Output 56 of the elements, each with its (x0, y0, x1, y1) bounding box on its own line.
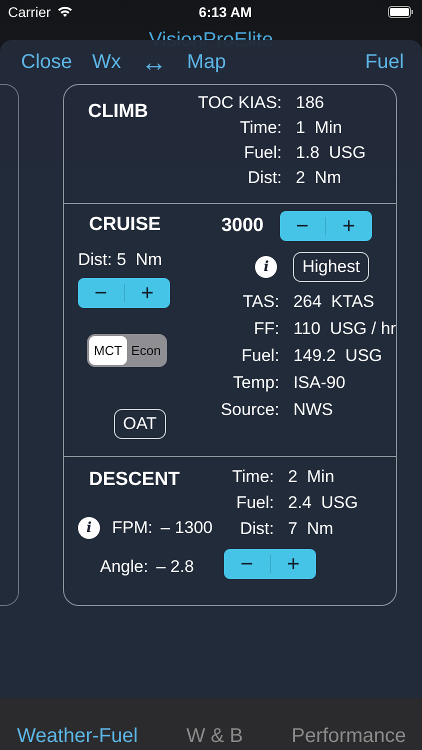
field-value: 264 KTAS (293, 292, 376, 312)
field-value: 149.2 USG (293, 346, 384, 366)
wifi-icon (56, 6, 73, 18)
field-label: Time: (238, 118, 282, 138)
tab[interactable]: Performance (292, 725, 406, 748)
clock: 6:13 AM (198, 4, 252, 20)
carrier-label: Carrier (8, 4, 51, 20)
field-value: 1 Min (296, 118, 344, 138)
tab[interactable]: W & B (186, 725, 243, 748)
field-label: Temp: (232, 373, 280, 393)
field-label: Fuel: (240, 346, 280, 366)
distance-label: Dist: 5 Nm (78, 250, 162, 269)
field-value: 2.4 USG (288, 493, 358, 513)
oat-button[interactable]: OAT (114, 409, 166, 439)
plus-button[interactable]: + (124, 278, 170, 308)
section-title: DESCENT (89, 469, 180, 490)
minus-button[interactable]: − (280, 211, 326, 241)
field-value: 2 Min (288, 467, 336, 487)
field-value: 7 Nm (288, 519, 334, 539)
info-icon[interactable]: i (78, 517, 100, 539)
field-label: FPM: (112, 518, 153, 538)
field-value: ISA-90 (293, 373, 346, 393)
close-button[interactable]: Close (21, 50, 72, 74)
plus-button[interactable]: + (270, 549, 316, 579)
field-label: FF: (252, 319, 280, 339)
field-label: Time: (231, 467, 274, 487)
field-label: TOC KIAS: (198, 93, 282, 113)
section-title: CLIMB (88, 101, 148, 122)
field-value: NWS (293, 400, 334, 420)
field-label: TAS: (242, 292, 280, 312)
field-label: Dist: (246, 168, 282, 188)
altitude-value: 3000 (221, 215, 264, 237)
field-value: 110 USG / hr (293, 319, 396, 339)
minus-button[interactable]: − (78, 278, 124, 308)
battery-icon (388, 6, 414, 18)
mode-segment[interactable]: MCT (89, 336, 127, 365)
field-value: 1.8 USG (296, 143, 366, 163)
field-value: 186 (296, 93, 326, 113)
field-label: Fuel: (235, 493, 274, 513)
info-icon[interactable]: i (255, 256, 278, 278)
minus-button[interactable]: − (224, 549, 270, 579)
field-label: Angle: (100, 557, 148, 577)
field-value: – 2.8 (156, 557, 194, 577)
tab[interactable]: Weather-Fuel (17, 725, 138, 748)
section-title: CRUISE (89, 214, 161, 235)
map-button[interactable]: Map (187, 50, 226, 74)
mode-segment[interactable]: Econ (127, 336, 165, 365)
highest-button[interactable]: Highest (293, 252, 369, 282)
field-value: – 1300 (160, 518, 213, 538)
field-label: Source: (220, 400, 280, 420)
wx-button[interactable]: Wx (92, 50, 122, 74)
field-value: 2 Nm (296, 168, 342, 188)
plus-button[interactable]: + (326, 211, 372, 241)
fuel-button[interactable]: Fuel (365, 50, 404, 74)
field-label: Fuel: (242, 143, 282, 163)
field-label: Dist: (239, 519, 274, 539)
